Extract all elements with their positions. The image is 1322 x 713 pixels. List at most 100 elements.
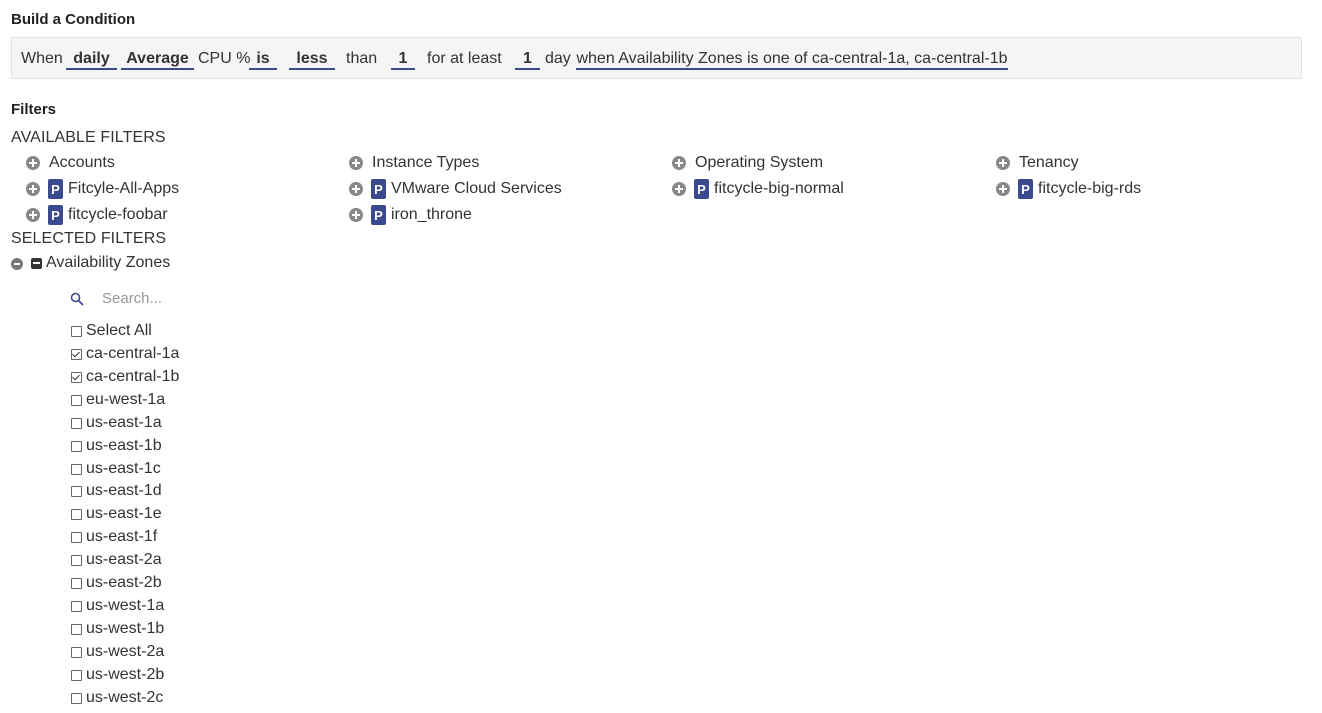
filter-vmware-cloud-services[interactable]: P VMware Cloud Services [349, 178, 562, 200]
filter-label: fitcycle-big-rds [1038, 180, 1142, 197]
plus-circle-icon[interactable] [349, 208, 363, 222]
availability-zones-title: Availability Zones [46, 254, 171, 271]
checkbox[interactable] [71, 623, 82, 635]
checkbox[interactable] [71, 692, 82, 704]
filter-label: iron_throne [391, 206, 472, 223]
checkbox[interactable] [71, 646, 82, 658]
perspective-badge: P [371, 179, 386, 199]
checkbox[interactable] [71, 577, 82, 589]
az-option-label: us-west-1b [86, 620, 165, 637]
perspective-badge: P [48, 179, 63, 199]
checkbox[interactable] [71, 417, 82, 429]
select-all-checkbox[interactable]: Select All [71, 320, 152, 342]
az-option-15[interactable]: us-west-2c [71, 687, 163, 709]
aggregate-select[interactable]: Average [121, 50, 194, 70]
az-option-label: ca-central-1b [86, 368, 180, 385]
checkbox[interactable] [71, 325, 82, 337]
checkbox[interactable] [71, 485, 82, 497]
az-option-7[interactable]: us-east-1e [71, 503, 162, 525]
az-option-4[interactable]: us-east-1b [71, 435, 162, 457]
checkbox-checked[interactable] [71, 371, 82, 383]
duration-unit-text: day [545, 50, 571, 67]
az-option-label: us-east-1f [86, 528, 158, 545]
az-option-label: us-west-2c [86, 689, 164, 706]
az-option-1[interactable]: ca-central-1b [71, 366, 179, 388]
plus-circle-icon[interactable] [26, 182, 40, 196]
filter-accounts[interactable]: Accounts [26, 152, 115, 174]
plus-circle-icon[interactable] [996, 182, 1010, 196]
filter-label: Instance Types [372, 154, 480, 171]
az-option-label: us-west-2b [86, 666, 165, 683]
az-option-11[interactable]: us-west-1a [71, 595, 164, 617]
az-option-0[interactable]: ca-central-1a [71, 343, 179, 365]
perspective-badge: P [1018, 179, 1033, 199]
threshold-input[interactable]: 1 [391, 50, 415, 70]
metric-text: CPU % [198, 50, 251, 67]
period-select[interactable]: daily [66, 50, 117, 70]
filter-label: Fitcyle-All-Apps [68, 180, 180, 197]
filter-instance-types[interactable]: Instance Types [349, 152, 479, 174]
build-condition-title: Build a Condition [11, 11, 136, 28]
checkbox[interactable] [71, 600, 82, 612]
filters-title: Filters [11, 101, 57, 118]
checkbox[interactable] [71, 669, 82, 681]
az-option-14[interactable]: us-west-2b [71, 664, 164, 686]
plus-circle-icon[interactable] [26, 156, 40, 170]
plus-circle-icon[interactable] [349, 156, 363, 170]
condition-builder: When daily Average CPU % is less than 1 … [11, 37, 1302, 79]
az-option-3[interactable]: us-east-1a [71, 412, 162, 434]
available-filters-label: AVAILABLE FILTERS [11, 129, 166, 146]
plus-circle-icon[interactable] [26, 208, 40, 222]
az-option-label: us-west-1a [86, 597, 165, 614]
checkbox[interactable] [71, 508, 82, 520]
az-option-9[interactable]: us-east-2a [71, 549, 162, 571]
perspective-badge: P [371, 205, 386, 225]
az-option-6[interactable]: us-east-1d [71, 480, 162, 502]
plus-circle-icon[interactable] [672, 156, 686, 170]
filter-label: fitcycle-big-normal [714, 180, 844, 197]
filter-fitcycle-big-rds[interactable]: P fitcycle-big-rds [996, 178, 1141, 200]
plus-circle-icon[interactable] [349, 182, 363, 196]
search-icon [70, 292, 84, 306]
filter-iron-throne[interactable]: P iron_throne [349, 204, 472, 226]
filter-summary-link[interactable]: when Availability Zones is one of ca-cen… [576, 50, 1008, 70]
checkbox[interactable] [71, 463, 82, 475]
remove-filter-icon[interactable] [11, 258, 23, 270]
filter-fitcyle-all-apps[interactable]: P Fitcyle-All-Apps [26, 178, 179, 200]
selected-filters-label: SELECTED FILTERS [11, 230, 167, 247]
plus-circle-icon[interactable] [996, 156, 1010, 170]
filter-fitcycle-foobar[interactable]: P fitcycle-foobar [26, 204, 168, 226]
az-option-label: us-east-2a [86, 551, 162, 568]
collapse-icon[interactable] [31, 258, 42, 269]
plus-circle-icon[interactable] [672, 182, 686, 196]
az-search-input[interactable] [96, 287, 308, 309]
filter-operating-system[interactable]: Operating System [672, 152, 823, 174]
az-option-10[interactable]: us-east-2b [71, 572, 162, 594]
filter-tenancy[interactable]: Tenancy [996, 152, 1079, 174]
checkbox-label: Select All [86, 322, 152, 339]
filter-fitcycle-big-normal[interactable]: P fitcycle-big-normal [672, 178, 844, 200]
comparison-select[interactable]: less [289, 50, 335, 70]
az-option-2[interactable]: eu-west-1a [71, 389, 165, 411]
for-at-least-text: for at least [427, 50, 502, 67]
checkbox-checked[interactable] [71, 348, 82, 360]
filter-label: Accounts [49, 154, 115, 171]
checkbox[interactable] [71, 394, 82, 406]
perspective-badge: P [694, 179, 709, 199]
az-option-label: us-east-1e [86, 505, 162, 522]
duration-input[interactable]: 1 [515, 50, 540, 70]
filter-label: Tenancy [1019, 154, 1079, 171]
checkbox[interactable] [71, 554, 82, 566]
az-option-13[interactable]: us-west-2a [71, 641, 164, 663]
az-option-label: us-west-2a [86, 643, 165, 660]
checkbox[interactable] [71, 531, 82, 543]
az-option-12[interactable]: us-west-1b [71, 618, 164, 640]
checkbox[interactable] [71, 440, 82, 452]
az-option-label: eu-west-1a [86, 391, 166, 408]
az-option-8[interactable]: us-east-1f [71, 526, 157, 548]
operator-select[interactable]: is [249, 50, 277, 70]
perspective-badge: P [48, 205, 63, 225]
az-option-5[interactable]: us-east-1c [71, 458, 161, 480]
az-option-label: us-east-1c [86, 460, 161, 477]
when-text: When [21, 50, 63, 67]
